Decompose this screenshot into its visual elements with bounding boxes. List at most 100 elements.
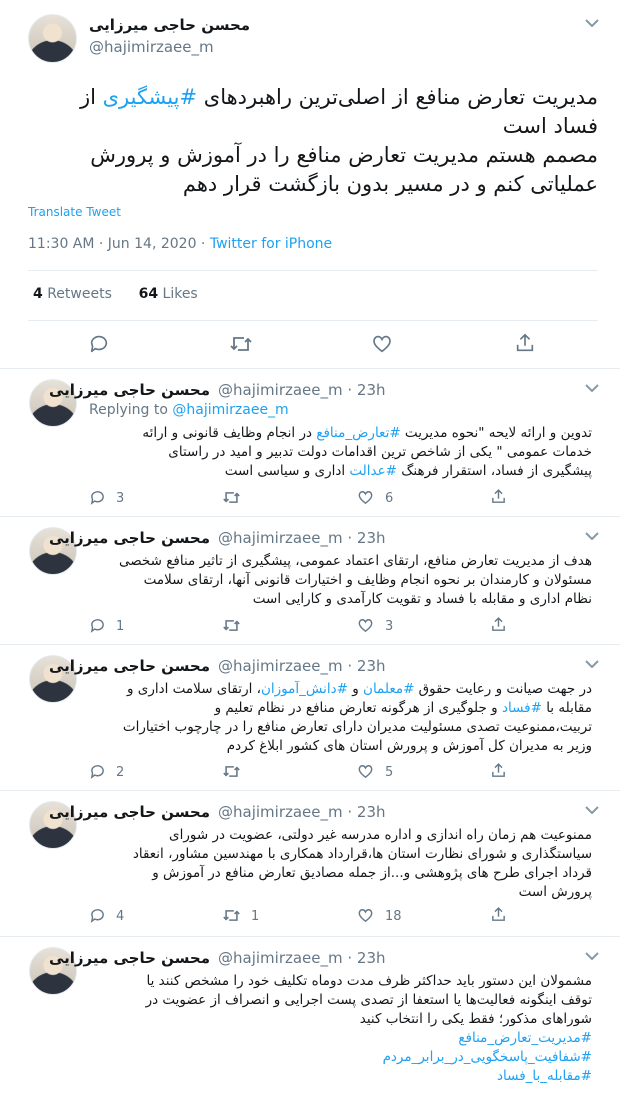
author-name[interactable]: محسن حاجی میرزایی <box>89 16 250 34</box>
like-count: 6 <box>385 491 394 506</box>
reply-tweet[interactable]: محسن حاجی میرزایی @hajimirzaee_m · 23h ه… <box>0 516 620 644</box>
text-segment: تدوین و ارائه لایحه "نحوه مدیریت <box>400 425 592 441</box>
text-segment: در جهت صیانت و رعایت حقوق <box>414 681 592 697</box>
text-segment: و <box>347 681 364 697</box>
tweet-line: خدمات عمومی " یکی از شاخص ترین اقدامات د… <box>168 444 592 460</box>
reply-icon[interactable] <box>89 617 106 634</box>
chevron-down-icon[interactable] <box>585 803 599 819</box>
author-handle[interactable]: @hajimirzaee_m · 23h <box>218 657 386 675</box>
like-count: 5 <box>385 765 394 780</box>
like-count: 18 <box>385 909 402 924</box>
timestamp-text[interactable]: 11:30 AM · Jun 14, 2020 · <box>28 236 210 252</box>
share-icon[interactable] <box>490 616 507 633</box>
hashtag-link[interactable]: #شفافیت_پاسخگویی_در_برابر_مردم <box>62 1048 592 1067</box>
retweets-label[interactable]: Retweets <box>47 286 112 302</box>
reply-icon[interactable] <box>89 763 106 780</box>
reply-count: 2 <box>116 765 125 780</box>
replying-to: Replying to @hajimirzaee_m <box>89 402 289 418</box>
retweet-icon[interactable] <box>229 333 253 355</box>
tweet-line: فساد است <box>502 114 598 138</box>
avatar[interactable] <box>28 14 77 63</box>
tweet-line: مصمم هستم مدیریت تعارض منافع را در آموزش… <box>90 143 598 167</box>
tweet-line: قرداد اجرای طرح های پژوهشی و...از جمله م… <box>152 865 592 881</box>
heart-icon[interactable] <box>357 489 374 506</box>
reply-count: 3 <box>116 491 125 506</box>
reply-tweet[interactable]: محسن حاجی میرزایی @hajimirzaee_m · 23h R… <box>0 368 620 516</box>
chevron-down-icon[interactable] <box>585 949 599 965</box>
author-name[interactable]: محسن حاجی میرزایی <box>49 381 210 399</box>
hashtag-link[interactable]: #تعارض_منافع <box>316 425 400 441</box>
chevron-down-icon[interactable] <box>585 657 599 673</box>
likes-count[interactable]: 64 <box>139 286 158 302</box>
hashtag-link[interactable]: #پیشگیری <box>103 85 197 109</box>
reply-tweet[interactable]: محسن حاجی میرزایی @hajimirzaee_m · 23h م… <box>0 790 620 936</box>
author-name[interactable]: محسن حاجی میرزایی <box>49 803 210 821</box>
tweet-stats: 4 Retweets 64 Likes <box>33 286 198 302</box>
hashtag-link[interactable]: #فساد <box>502 700 542 716</box>
tweet-line: عملیاتی کنم و در مسیر بدون بازگشت قرار د… <box>182 172 598 196</box>
tweet-line: مقابله با #فساد و جلوگیری از هرگونه تعار… <box>62 699 592 718</box>
text-segment: ، ارتقای سلامت اداری و <box>126 681 261 697</box>
author-handle[interactable]: @hajimirzaee_m · 23h <box>218 949 386 967</box>
reply-icon[interactable] <box>88 333 110 355</box>
mention-link[interactable]: @hajimirzaee_m <box>172 402 288 418</box>
tweet-line: مشمولان این دستور باید حداکثر ظرف مدت دو… <box>146 973 592 989</box>
reply-icon[interactable] <box>89 907 106 924</box>
tweet-text: مدیریت تعارض منافع از اصلی‌ترین راهبردها… <box>18 83 598 199</box>
author-handle[interactable]: @hajimirzaee_m · 23h <box>218 529 386 547</box>
tweet-text: هدف از مدیریت تعارض منافع، ارتقای اعتماد… <box>62 552 592 609</box>
author-handle[interactable]: @hajimirzaee_m · 23h <box>218 381 386 399</box>
tweet-line: پیشگیری از فساد، استقرار فرهنگ #عدالت اد… <box>62 462 592 481</box>
tweet-line: توقف اینگونه فعالیت‌ها یا استعفا از تصدی… <box>145 992 592 1008</box>
retweet-icon[interactable] <box>222 489 241 506</box>
share-icon[interactable] <box>490 488 507 505</box>
tweet-text: تدوین و ارائه لایحه "نحوه مدیریت #تعارض_… <box>62 424 592 481</box>
author-name[interactable]: محسن حاجی میرزایی <box>49 529 210 547</box>
tweet-line: در جهت صیانت و رعایت حقوق #معلمان و #دان… <box>62 680 592 699</box>
hashtag-link[interactable]: #مدیریت_تعارض_منافع <box>62 1029 592 1048</box>
hashtag-link[interactable]: #عدالت <box>349 463 397 479</box>
tweet-line: تدوین و ارائه لایحه "نحوه مدیریت #تعارض_… <box>62 424 592 443</box>
chevron-down-icon[interactable] <box>585 16 599 32</box>
tweet-line: هدف از مدیریت تعارض منافع، ارتقای اعتماد… <box>118 553 592 569</box>
tweet-text: مشمولان این دستور باید حداکثر ظرف مدت دو… <box>62 972 592 1086</box>
share-icon[interactable] <box>490 906 507 923</box>
text-segment: پیشگیری از فساد، استقرار فرهنگ <box>397 463 592 479</box>
share-icon[interactable] <box>514 332 536 354</box>
reply-tweet[interactable]: محسن حاجی میرزایی @hajimirzaee_m · 23h د… <box>0 644 620 790</box>
hashtag-link[interactable]: #دانش_آموزان <box>261 681 348 697</box>
text-segment: اداری و سیاسی است <box>224 463 350 479</box>
tweet-timestamp: 11:30 AM · Jun 14, 2020 · Twitter for iP… <box>28 236 332 252</box>
author-name[interactable]: محسن حاجی میرزایی <box>49 657 210 675</box>
main-tweet: محسن حاجی میرزایی @hajimirzaee_m مدیریت … <box>0 0 620 368</box>
retweets-count[interactable]: 4 <box>33 286 43 302</box>
author-handle[interactable]: @hajimirzaee_m · 23h <box>218 803 386 821</box>
likes-label[interactable]: Likes <box>163 286 198 302</box>
chevron-down-icon[interactable] <box>585 381 599 397</box>
hashtag-link[interactable]: #معلمان <box>363 681 414 697</box>
translate-tweet-link[interactable]: Translate Tweet <box>28 205 121 219</box>
reply-tweet[interactable]: محسن حاجی میرزایی @hajimirzaee_m · 23h م… <box>0 936 620 1094</box>
reply-count: 1 <box>116 619 125 634</box>
hashtag-link[interactable]: #مقابله_با_فساد <box>62 1067 592 1086</box>
source-link[interactable]: Twitter for iPhone <box>210 236 332 252</box>
heart-icon[interactable] <box>357 907 374 924</box>
heart-icon[interactable] <box>357 617 374 634</box>
share-icon[interactable] <box>490 762 507 779</box>
tweet-line: مسئولان و کارمندان بر نحوه انجام وظایف و… <box>143 572 592 588</box>
author-name[interactable]: محسن حاجی میرزایی <box>49 949 210 967</box>
replying-label: Replying to <box>89 402 173 418</box>
tweet-line: ممنوعیت هم زمان راه اندازی و اداره مدرسه… <box>169 827 592 843</box>
retweet-icon[interactable] <box>222 763 241 780</box>
heart-icon[interactable] <box>371 333 393 355</box>
tweet-line: پرورش است <box>518 884 592 900</box>
retweet-icon[interactable] <box>222 907 241 924</box>
retweet-icon[interactable] <box>222 617 241 634</box>
heart-icon[interactable] <box>357 763 374 780</box>
author-handle[interactable]: @hajimirzaee_m <box>89 38 214 56</box>
chevron-down-icon[interactable] <box>585 529 599 545</box>
reply-icon[interactable] <box>89 489 106 506</box>
tweet-text: ممنوعیت هم زمان راه اندازی و اداره مدرسه… <box>62 826 592 902</box>
text-segment: از <box>79 85 103 109</box>
divider <box>28 320 598 321</box>
